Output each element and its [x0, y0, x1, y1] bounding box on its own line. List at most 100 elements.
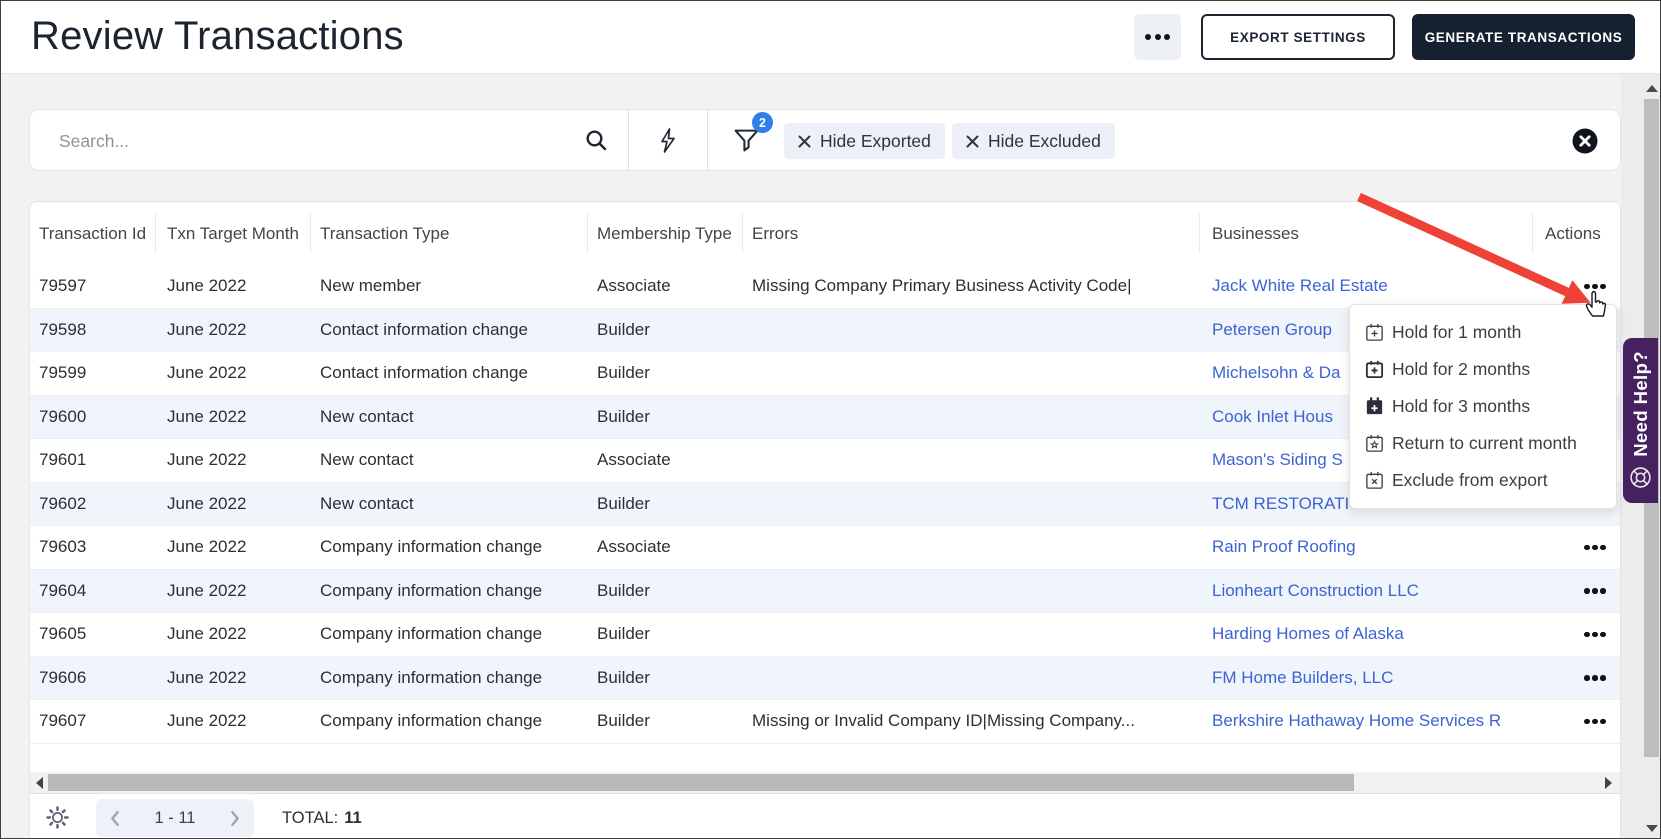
table-row: 79603 June 2022 Company information change…: [30, 526, 1620, 570]
column-separator: [155, 214, 156, 253]
column-separator: [1199, 214, 1200, 253]
business-link[interactable]: Jack White Real Estate: [1212, 265, 1532, 308]
cell-transaction-id: 79607: [39, 711, 87, 730]
lightning-bolt-icon[interactable]: [650, 110, 686, 170]
context-menu-item-label: Hold for 2 months: [1392, 359, 1531, 379]
cell-membership-type: Builder: [597, 667, 650, 687]
export-settings-button[interactable]: EXPORT SETTINGS: [1201, 14, 1395, 60]
horizontal-scrollbar: [30, 772, 1620, 793]
transactions-table: Transaction Id Txn Target Month Transact…: [29, 201, 1621, 838]
column-header-actions[interactable]: Actions: [1545, 202, 1620, 265]
cell-txn-target-month: June 2022: [167, 667, 247, 687]
cell-transaction-type: New contact: [320, 406, 414, 426]
circle-x-icon: [1572, 128, 1598, 154]
context-menu-item[interactable]: Exclude from export: [1350, 462, 1616, 499]
row-actions-button[interactable]: [1575, 657, 1615, 700]
business-link[interactable]: Rain Proof Roofing: [1212, 526, 1532, 569]
next-page-button[interactable]: [230, 810, 240, 827]
cell-membership-type: Associate: [597, 450, 671, 469]
table-row: 79606 June 2022 Company information change…: [30, 656, 1620, 700]
table-footer: 1 - 11 TOTAL: 11: [30, 793, 1620, 838]
search-icon[interactable]: [578, 110, 614, 170]
generate-transactions-button[interactable]: GENERATE TRANSACTIONS: [1412, 14, 1635, 60]
column-header-businesses[interactable]: Businesses: [1212, 202, 1527, 265]
cell-transaction-type: New member: [320, 276, 422, 295]
row-actions-button[interactable]: [1575, 526, 1615, 569]
need-help-tab[interactable]: Need Help?: [1623, 338, 1658, 503]
cell-membership-type: Associate: [597, 276, 671, 295]
cell-txn-target-month: June 2022: [167, 493, 247, 513]
cell-transaction-id: 79604: [39, 580, 87, 600]
header-more-actions-button[interactable]: [1134, 14, 1181, 60]
pagination: 1 - 11: [96, 799, 254, 837]
cell-txn-target-month: June 2022: [167, 624, 247, 643]
table-row: 79607 June 2022 Company information change…: [30, 700, 1620, 744]
row-actions-button[interactable]: [1575, 613, 1615, 656]
cell-membership-type: Builder: [597, 711, 650, 730]
context-menu-item[interactable]: Hold for 2 months: [1350, 351, 1616, 388]
cell-txn-target-month: June 2022: [167, 711, 247, 730]
column-header-transaction-id[interactable]: Transaction Id: [39, 202, 151, 265]
review-transactions-window: Review Transactions EXPORT SETTINGS GENE…: [0, 0, 1661, 839]
cell-errors: [752, 439, 1197, 482]
filter-count-badge: 2: [752, 112, 773, 133]
cell-errors: [752, 352, 1197, 395]
cell-transaction-id: 79599: [39, 363, 87, 382]
cell-membership-type: Builder: [597, 363, 650, 382]
cell-txn-target-month: June 2022: [167, 537, 247, 556]
cell-errors: Missing or Invalid Company ID|Missing Co…: [752, 711, 1135, 730]
filter-chip-hide-exported[interactable]: Hide Exported: [784, 123, 945, 159]
cell-transaction-id: 79603: [39, 537, 87, 556]
cell-transaction-id: 79606: [39, 667, 87, 687]
cell-errors: [752, 396, 1197, 439]
cell-errors: [752, 657, 1197, 700]
calendar-star-icon: [1364, 433, 1385, 454]
context-menu-item[interactable]: Return to current month: [1350, 425, 1616, 462]
calendar-plus-icon: [1364, 322, 1385, 343]
cell-transaction-type: Company information change: [320, 624, 543, 643]
cell-transaction-type: Company information change: [320, 580, 543, 600]
scroll-left-arrow[interactable]: [36, 777, 43, 789]
context-menu-item-label: Hold for 1 month: [1392, 322, 1522, 342]
lifebuoy-icon: [1630, 467, 1651, 489]
row-actions-button[interactable]: [1575, 700, 1615, 743]
context-menu-item-label: Hold for 3 months: [1392, 396, 1531, 416]
cell-transaction-type: Contact information change: [320, 363, 528, 382]
clear-search-button[interactable]: [1572, 128, 1598, 154]
close-x-icon: [798, 135, 811, 147]
business-link[interactable]: Berkshire Hathaway Home Services R: [1212, 700, 1532, 743]
scroll-up-arrow[interactable]: [1646, 85, 1658, 92]
scroll-down-arrow[interactable]: [1646, 825, 1658, 832]
business-link[interactable]: Lionheart Construction LLC: [1212, 570, 1532, 613]
horizontal-scrollbar-thumb[interactable]: [48, 774, 1354, 791]
column-header-errors[interactable]: Errors: [752, 202, 1192, 265]
business-link[interactable]: FM Home Builders, LLC: [1212, 657, 1532, 700]
cell-errors: [752, 483, 1197, 526]
business-link[interactable]: Harding Homes of Alaska: [1212, 613, 1532, 656]
column-header-transaction-type[interactable]: Transaction Type: [320, 202, 582, 265]
cell-transaction-type: Contact information change: [320, 319, 528, 339]
column-header-txn-target-month[interactable]: Txn Target Month: [167, 202, 307, 265]
page-range-label: 1 - 11: [154, 808, 196, 827]
context-menu-item[interactable]: Hold for 3 months: [1350, 388, 1616, 425]
scroll-right-arrow[interactable]: [1605, 777, 1612, 789]
calendar-plus-filled-icon: [1364, 396, 1385, 417]
search-filter-bar: 2 Hide Exported Hide Excluded: [29, 109, 1621, 171]
row-actions-button[interactable]: [1575, 265, 1615, 308]
column-separator: [1532, 214, 1533, 253]
search-input[interactable]: [57, 124, 561, 158]
row-actions-button[interactable]: [1575, 570, 1615, 613]
close-x-icon: [966, 135, 979, 147]
gear-icon[interactable]: [46, 806, 69, 834]
cell-transaction-id: 79601: [39, 450, 87, 469]
cell-membership-type: Builder: [597, 319, 650, 339]
previous-page-button[interactable]: [110, 810, 120, 827]
context-menu-item[interactable]: Hold for 1 month: [1350, 314, 1616, 351]
filter-chip-hide-excluded[interactable]: Hide Excluded: [952, 123, 1115, 159]
cell-transaction-id: 79605: [39, 624, 87, 643]
cell-transaction-id: 79598: [39, 319, 87, 339]
cell-membership-type: Associate: [597, 537, 671, 556]
cell-membership-type: Builder: [597, 624, 650, 643]
page-header: Review Transactions EXPORT SETTINGS GENE…: [1, 1, 1660, 74]
column-header-membership-type[interactable]: Membership Type: [597, 202, 739, 265]
